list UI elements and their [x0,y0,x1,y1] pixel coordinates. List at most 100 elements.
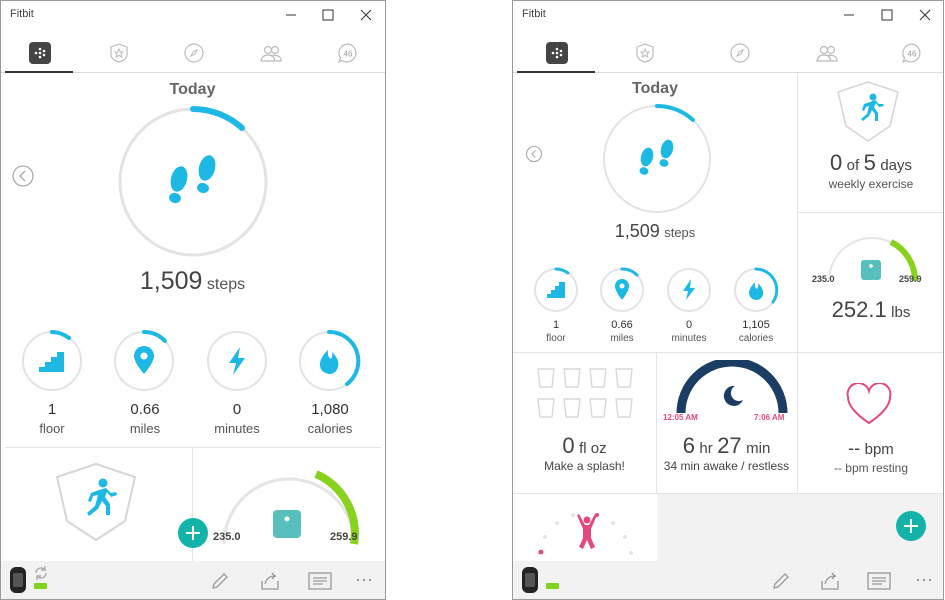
minimize-icon[interactable] [839,5,859,25]
yoga-figure-icon [577,514,597,549]
water-glasses-icon [537,368,633,418]
messages-count: 46 [344,50,353,59]
tab-challenges[interactable] [610,37,678,73]
share-icon[interactable] [259,571,281,591]
message-bubble-icon: 46 [901,43,921,64]
add-button[interactable] [896,511,926,541]
distance-ring [600,267,644,312]
today-title: Today [169,81,216,98]
add-button[interactable] [178,518,208,548]
dashboard-icon [546,42,568,64]
sleep-duration: 6 hr 27 min [682,433,771,458]
window-title: Fitbit [522,8,546,20]
steps-ring[interactable] [115,104,271,260]
bottom-bar [1,561,385,599]
lightning-icon [683,279,695,300]
tab-bar: 46 [513,37,943,73]
divider [5,447,381,448]
weight-value: 252.1 lbs [831,297,911,322]
pencil-icon[interactable] [771,571,791,591]
weight-max: 259.9 [899,274,922,284]
sync-icon[interactable] [33,565,49,581]
compass-icon [184,43,204,63]
tab-dashboard[interactable] [5,37,73,73]
sleep-end: 7:06 AM [754,413,785,422]
tab-discover[interactable] [159,37,227,73]
steps-ring[interactable] [601,103,713,215]
tab-friends[interactable] [235,37,303,73]
stairs-icon [547,282,565,298]
floors-ring [22,330,82,391]
title-bar: Fitbit [513,1,943,29]
id-card-icon[interactable] [308,572,332,590]
divider [797,73,798,493]
exercise-tile[interactable] [53,461,139,543]
tab-challenges[interactable] [84,37,152,73]
more-icon[interactable] [916,577,932,583]
maximize-icon[interactable] [318,5,338,25]
location-pin-icon [134,346,154,374]
lightning-icon [229,347,245,375]
close-icon[interactable] [356,5,376,25]
fitbit-window-left: Fitbit 46 Today 1,509 steps 1 floor 0.66… [0,0,386,600]
previous-day-icon[interactable] [11,164,35,188]
footsteps-icon [169,155,216,204]
battery-icon [34,583,47,589]
tab-discover[interactable] [705,37,773,73]
sleep-detail: 34 min awake / restless [663,459,790,473]
weight-min: 235.0 [812,274,835,284]
weight-min: 235.0 [213,531,241,543]
tab-dashboard[interactable] [517,37,595,73]
heart-icon [846,383,892,425]
water-label: Make a splash! [544,459,625,473]
distance-ring [114,330,174,391]
tab-bar: 46 [1,37,385,73]
id-card-icon[interactable] [867,572,891,590]
calories-ring [299,330,361,391]
friends-icon [816,45,838,62]
tracker-device-icon[interactable] [7,567,29,593]
star-badge-icon [636,43,654,63]
compass-icon [730,43,750,63]
sleep-start: 12:05 AM [663,413,698,422]
tab-messages[interactable]: 46 [313,37,381,73]
steps-count: 1,509 steps [139,267,246,295]
steps-count: 1,509 steps [614,221,696,241]
sleep-arc [676,360,788,414]
previous-day-icon[interactable] [525,145,543,163]
title-bar: Fitbit [1,1,385,29]
share-icon[interactable] [819,571,841,591]
minimize-icon[interactable] [281,5,301,25]
maximize-icon[interactable] [877,5,897,25]
calories-ring [734,267,779,312]
divider [798,212,943,213]
pencil-icon[interactable] [210,571,230,591]
close-icon[interactable] [915,5,935,25]
heart-rate-value: -- bpm [848,438,894,458]
exercise-label: weekly exercise [828,177,914,191]
flame-icon [319,350,339,374]
exercise-badge [837,81,899,142]
tab-friends[interactable] [791,37,859,73]
flame-icon [749,282,764,300]
footsteps-icon [639,139,674,175]
floors-ring [534,267,578,312]
messages-count: 46 [908,50,917,59]
bottom-bar [513,561,943,599]
moon-icon [723,385,743,406]
resting-heart-rate: -- bpm resting [833,461,909,475]
mindfulness-tile[interactable] [525,507,645,563]
more-icon[interactable] [356,577,372,583]
message-bubble-icon: 46 [337,43,357,64]
exercise-count: 0 of 5 days [829,150,913,175]
water-amount: 0 fl oz [562,433,607,458]
stairs-icon [39,352,64,372]
dashboard-icon [29,42,51,64]
active-minutes-ring [207,331,267,391]
star-badge-icon [110,43,128,63]
scale-icon [861,260,881,280]
tab-messages[interactable]: 46 [877,37,943,73]
battery-icon [546,583,559,589]
tracker-device-icon[interactable] [519,567,541,593]
scale-icon [273,510,301,538]
